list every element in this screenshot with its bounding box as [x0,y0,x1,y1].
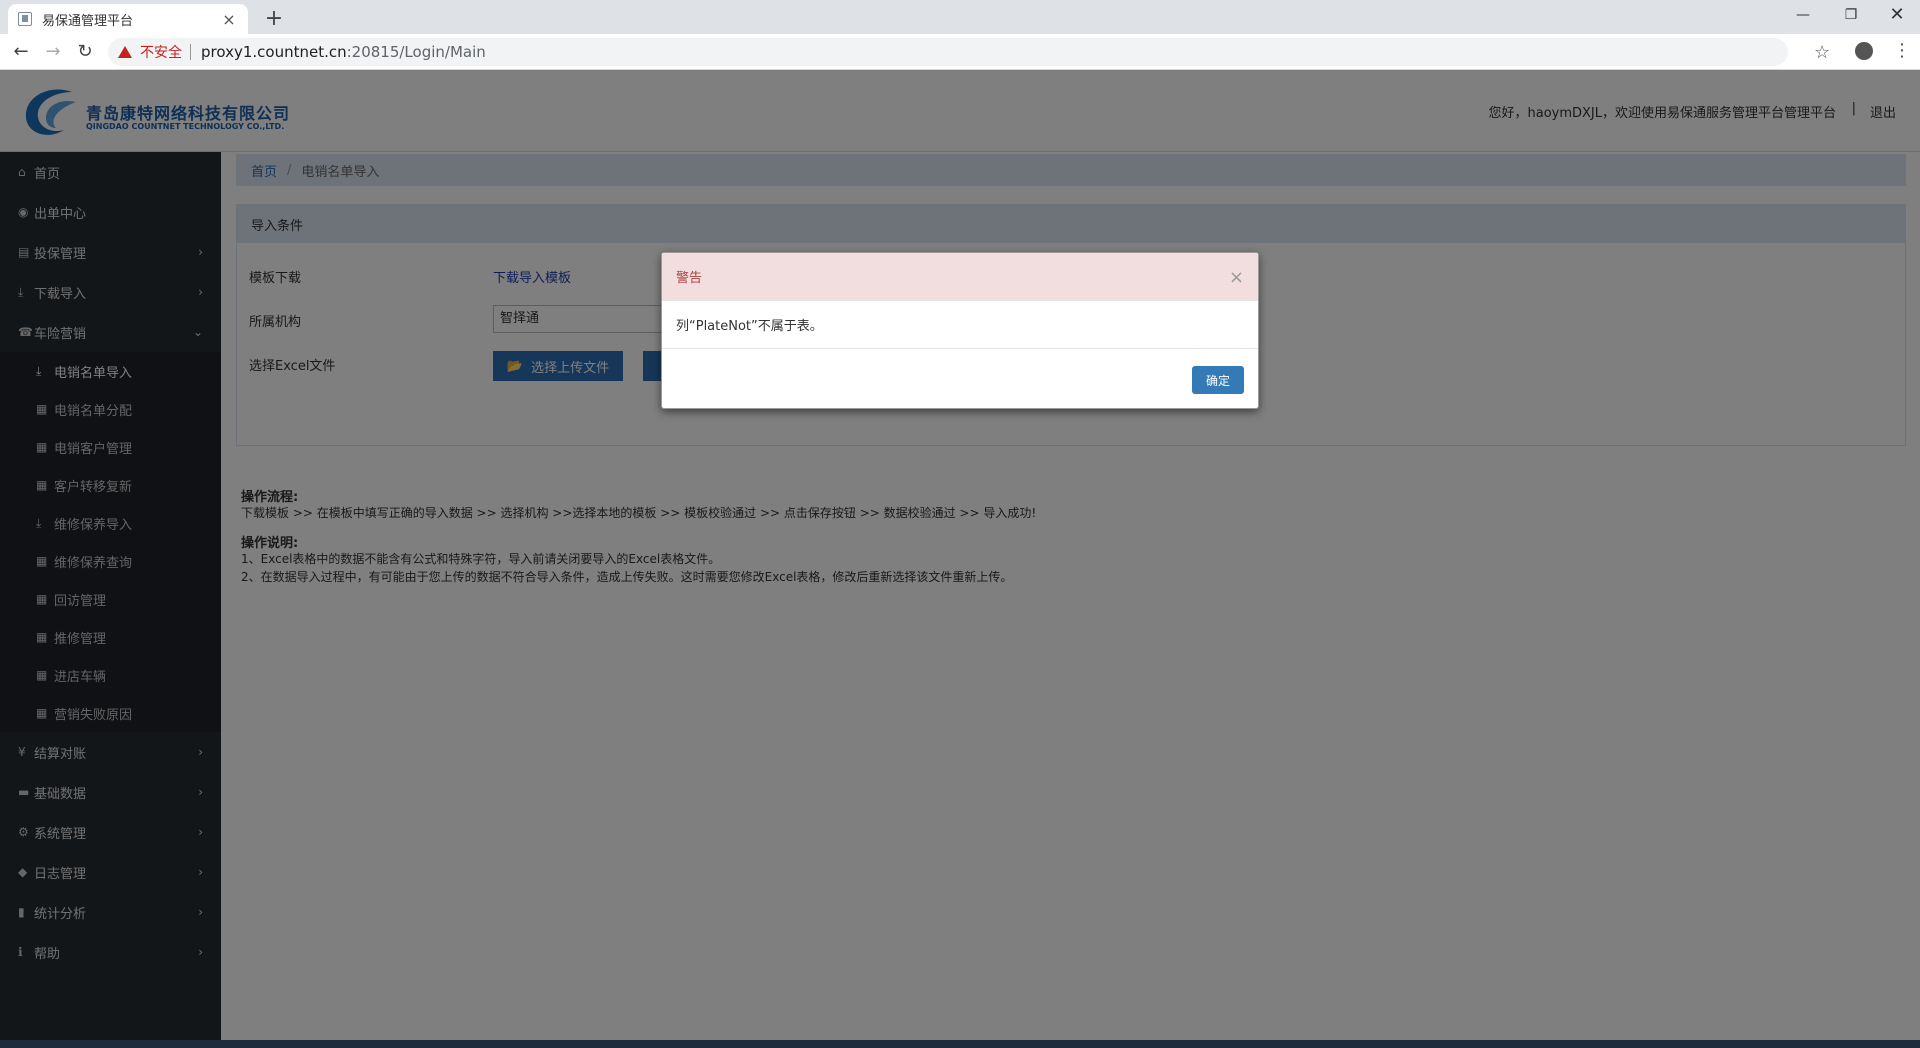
browser-toolbar: ← → ↻ 不安全 proxy1.countnet.cn:20815/Login… [0,34,1920,70]
back-arrow-icon[interactable]: ← [8,40,34,64]
browser-tab[interactable]: 易保通管理平台 × [8,4,248,34]
taskbar-strip [0,1040,1920,1048]
warning-triangle-icon [118,46,132,58]
page-favicon-icon [18,12,32,26]
bookmark-star-icon[interactable]: ☆ [1814,42,1830,63]
dialog-title: 警告 [676,271,703,286]
address-bar[interactable]: 不安全 proxy1.countnet.cn:20815/Login/Main [108,38,1788,66]
reload-icon[interactable]: ↻ [72,40,98,64]
warning-dialog: 警告 × 列“PlateNot”不属于表。 确定 [661,252,1259,409]
new-tab-icon[interactable]: + [260,5,288,33]
close-icon[interactable]: × [1229,267,1244,288]
url-host: proxy1.countnet.cn [201,43,347,61]
security-label[interactable]: 不安全 [140,42,182,62]
window-minimize-icon[interactable]: — [1780,0,1826,30]
confirm-button[interactable]: 确定 [1192,366,1244,394]
forward-arrow-icon[interactable]: → [40,40,66,64]
tab-close-icon[interactable]: × [220,10,238,29]
tab-title: 易保通管理平台 [42,13,134,29]
window-restore-icon[interactable]: ❐ [1828,0,1874,30]
omnibox-divider [190,44,191,60]
dialog-message: 列“PlateNot”不属于表。 [662,301,1258,349]
dialog-header: 警告 × [662,253,1258,301]
window-close-icon[interactable]: ✕ [1874,0,1920,30]
modal-backdrop[interactable] [0,70,1920,1040]
browser-menu-icon[interactable]: ⋮ [1893,40,1911,61]
url-path: :20815/Login/Main [346,43,486,61]
browser-tabbar: 易保通管理平台 × + — ❐ ✕ [0,0,1920,34]
profile-avatar-icon[interactable] [1855,42,1873,60]
